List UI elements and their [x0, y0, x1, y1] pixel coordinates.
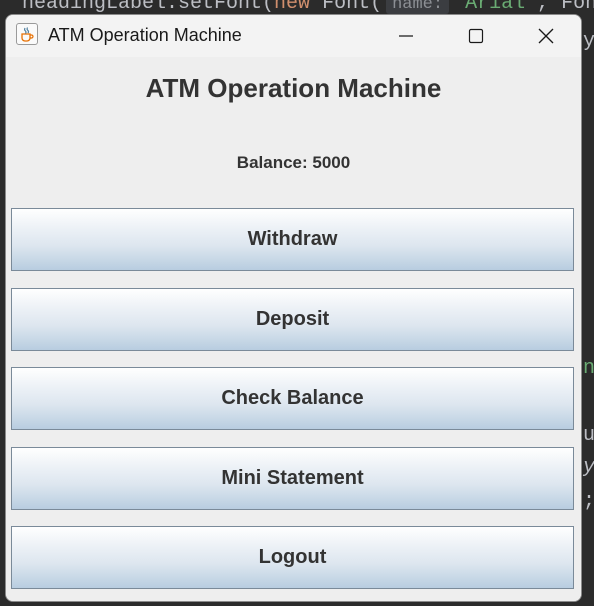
mini-statement-button[interactable]: Mini Statement — [11, 447, 574, 510]
maximize-button[interactable] — [442, 15, 510, 57]
logout-button[interactable]: Logout — [11, 526, 574, 589]
code-fragment: yB — [583, 456, 594, 479]
java-cup-icon[interactable] — [16, 23, 38, 45]
balance-label: Balance: 5000 — [236, 153, 351, 172]
withdraw-button[interactable]: Withdraw — [11, 208, 574, 271]
code-string: "Arial" — [453, 0, 538, 15]
minimize-button[interactable] — [372, 15, 440, 57]
minimize-icon — [399, 35, 413, 37]
code-text: , Fon — [537, 0, 594, 15]
check-balance-button[interactable]: Check Balance — [11, 367, 574, 430]
atm-window: ATM Operation Machine ATM Operation Mach… — [5, 14, 582, 602]
deposit-button[interactable]: Deposit — [11, 288, 574, 351]
code-fragment: ns — [583, 357, 594, 380]
maximize-icon — [468, 28, 484, 44]
title-bar[interactable]: ATM Operation Machine — [6, 15, 581, 57]
code-text: Font( — [310, 0, 383, 15]
code-keyword: new — [274, 0, 311, 15]
code-fragment: y — [583, 30, 594, 53]
page-title: ATM Operation Machine — [145, 73, 442, 103]
main-panel: ATM Operation Machine Balance: 5000 With… — [6, 57, 581, 601]
code-fragment: ; — [583, 490, 594, 513]
close-button[interactable] — [512, 15, 580, 57]
code-fragment: ut — [583, 424, 594, 447]
code-text: headingLabel.setFont( — [22, 0, 275, 15]
parameter-hint: name: — [386, 0, 450, 14]
close-icon — [538, 28, 554, 44]
code-line-set-font: headingLabel.setFont(new Font(name: "Aria… — [22, 0, 594, 15]
window-title: ATM Operation Machine — [48, 25, 242, 45]
